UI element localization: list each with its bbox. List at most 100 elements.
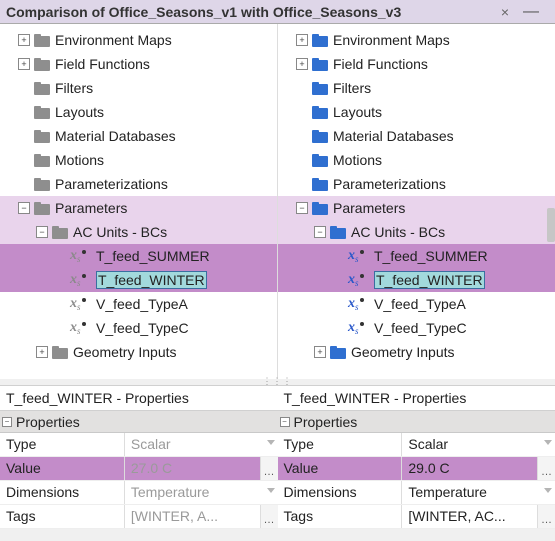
right-properties: − Properties Type Scalar Value 29.0 C … …: [278, 411, 555, 529]
prop-value[interactable]: Temperature: [125, 481, 278, 504]
tree-node[interactable]: +Geometry Inputs: [278, 340, 555, 364]
tree-label: V_feed_TypeC: [374, 320, 467, 336]
prop-value[interactable]: Scalar: [125, 433, 278, 456]
tree-node[interactable]: Motions: [0, 148, 277, 172]
tree-label: T_feed_WINTER: [96, 271, 207, 289]
tree-node[interactable]: xsV_feed_TypeA: [278, 292, 555, 316]
tree-label: V_feed_TypeC: [96, 320, 189, 336]
prop-row-tags[interactable]: Tags [WINTER, A... …: [0, 505, 278, 529]
dropdown-icon[interactable]: [267, 440, 275, 445]
prop-row-value-diff[interactable]: Value 29.0 C …: [278, 457, 555, 481]
tree-node[interactable]: Parameterizations: [278, 172, 555, 196]
tree-node-selected[interactable]: xsT_feed_WINTER: [0, 268, 277, 292]
folder-icon: [312, 58, 328, 71]
tree-node[interactable]: Motions: [278, 148, 555, 172]
folder-icon: [312, 154, 328, 167]
tree-label: AC Units - BCs: [73, 224, 167, 240]
tree-left[interactable]: +Environment Maps +Field Functions Filte…: [0, 24, 277, 364]
prop-row-value-diff[interactable]: Value 27.0 C …: [0, 457, 278, 481]
prop-value[interactable]: 27.0 C: [125, 457, 260, 480]
folder-icon: [34, 154, 50, 167]
expand-icon[interactable]: +: [296, 34, 308, 46]
expand-icon[interactable]: +: [18, 58, 30, 70]
tree-node-diff[interactable]: −Parameters: [278, 196, 555, 220]
prop-value[interactable]: [WINTER, AC...: [402, 505, 537, 528]
prop-value[interactable]: Temperature: [402, 481, 555, 504]
prop-key: Value: [278, 457, 403, 480]
compare-panes: + Environment Maps +Field Functions Filte…: [0, 24, 555, 379]
properties-titles: T_feed_WINTER - Properties T_feed_WINTER…: [0, 385, 555, 411]
tree-node[interactable]: Material Databases: [0, 124, 277, 148]
tree-node[interactable]: Parameterizations: [0, 172, 277, 196]
collapse-icon[interactable]: −: [36, 226, 48, 238]
tree-node[interactable]: xsV_feed_TypeA: [0, 292, 277, 316]
tree-label: V_feed_TypeA: [374, 296, 466, 312]
tab-close-icon[interactable]: ×: [497, 4, 513, 20]
expand-icon[interactable]: +: [296, 58, 308, 70]
minimize-button[interactable]: —: [513, 4, 549, 20]
collapse-icon[interactable]: −: [2, 417, 12, 427]
tree-node[interactable]: +Field Functions: [278, 52, 555, 76]
prop-value[interactable]: [WINTER, A...: [125, 505, 260, 528]
prop-value[interactable]: Scalar: [402, 433, 555, 456]
tree-node[interactable]: +Field Functions: [0, 52, 277, 76]
tree-node[interactable]: +Geometry Inputs: [0, 340, 277, 364]
expand-icon[interactable]: +: [18, 34, 30, 46]
tree-node[interactable]: Filters: [278, 76, 555, 100]
section-header[interactable]: − Properties: [0, 411, 278, 433]
tree-label: Environment Maps: [333, 32, 450, 48]
ellipsis-button[interactable]: …: [260, 505, 278, 528]
prop-row-type[interactable]: Type Scalar: [0, 433, 278, 457]
tree-node-diff[interactable]: − AC Units - BCs: [0, 220, 277, 244]
tree-label: T_feed_WINTER: [374, 271, 485, 289]
prop-value[interactable]: 29.0 C: [402, 457, 537, 480]
prop-key: Type: [0, 433, 125, 456]
collapse-icon[interactable]: −: [296, 202, 308, 214]
ellipsis-button[interactable]: …: [537, 505, 555, 528]
prop-row-dimensions[interactable]: Dimensions Temperature: [278, 481, 555, 505]
tree-node[interactable]: + Environment Maps: [278, 28, 555, 52]
tree-node[interactable]: +Environment Maps: [0, 28, 277, 52]
scrollbar-thumb[interactable]: [547, 208, 555, 242]
scalar-param-icon: xs: [70, 296, 92, 312]
prop-key: Type: [278, 433, 403, 456]
collapse-icon[interactable]: −: [314, 226, 326, 238]
dropdown-icon[interactable]: [544, 440, 552, 445]
prop-key: Tags: [278, 505, 403, 528]
folder-icon: [34, 82, 50, 95]
tree-node-diff-strong[interactable]: xsT_feed_SUMMER: [0, 244, 277, 268]
scalar-param-icon: xs: [348, 320, 370, 336]
tree-node[interactable]: xsV_feed_TypeC: [278, 316, 555, 340]
prop-key: Dimensions: [278, 481, 403, 504]
tree-label: Material Databases: [333, 128, 454, 144]
tree-node-diff[interactable]: −Parameters: [0, 196, 277, 220]
expand-icon[interactable]: +: [36, 346, 48, 358]
tree-right[interactable]: + Environment Maps +Field Functions Filte…: [278, 24, 555, 364]
prop-row-type[interactable]: Type Scalar: [278, 433, 555, 457]
tree-node[interactable]: Material Databases: [278, 124, 555, 148]
horizontal-splitter[interactable]: ⋮⋮⋮: [0, 379, 555, 385]
dropdown-icon[interactable]: [544, 488, 552, 493]
tree-node[interactable]: Layouts: [278, 100, 555, 124]
tree-label: Parameterizations: [333, 176, 446, 192]
expand-icon[interactable]: +: [314, 346, 326, 358]
collapse-icon[interactable]: −: [18, 202, 30, 214]
tree-label: T_feed_SUMMER: [374, 248, 488, 264]
section-header[interactable]: − Properties: [278, 411, 555, 433]
collapse-icon[interactable]: −: [280, 417, 290, 427]
ellipsis-button[interactable]: …: [260, 457, 278, 480]
folder-icon: [34, 202, 50, 215]
prop-row-dimensions[interactable]: Dimensions Temperature: [0, 481, 278, 505]
ellipsis-button[interactable]: …: [537, 457, 555, 480]
tree-node-diff-strong[interactable]: xsT_feed_SUMMER: [278, 244, 555, 268]
dropdown-icon[interactable]: [267, 488, 275, 493]
prop-row-tags[interactable]: Tags [WINTER, AC... …: [278, 505, 555, 529]
tree-node-diff[interactable]: −AC Units - BCs: [278, 220, 555, 244]
tree-node[interactable]: xsV_feed_TypeC: [0, 316, 277, 340]
folder-icon: [52, 346, 68, 359]
prop-key: Tags: [0, 505, 125, 528]
tree-node[interactable]: Filters: [0, 76, 277, 100]
tree-node-selected[interactable]: xsT_feed_WINTER: [278, 268, 555, 292]
folder-icon: [34, 34, 50, 47]
tree-node[interactable]: Layouts: [0, 100, 277, 124]
